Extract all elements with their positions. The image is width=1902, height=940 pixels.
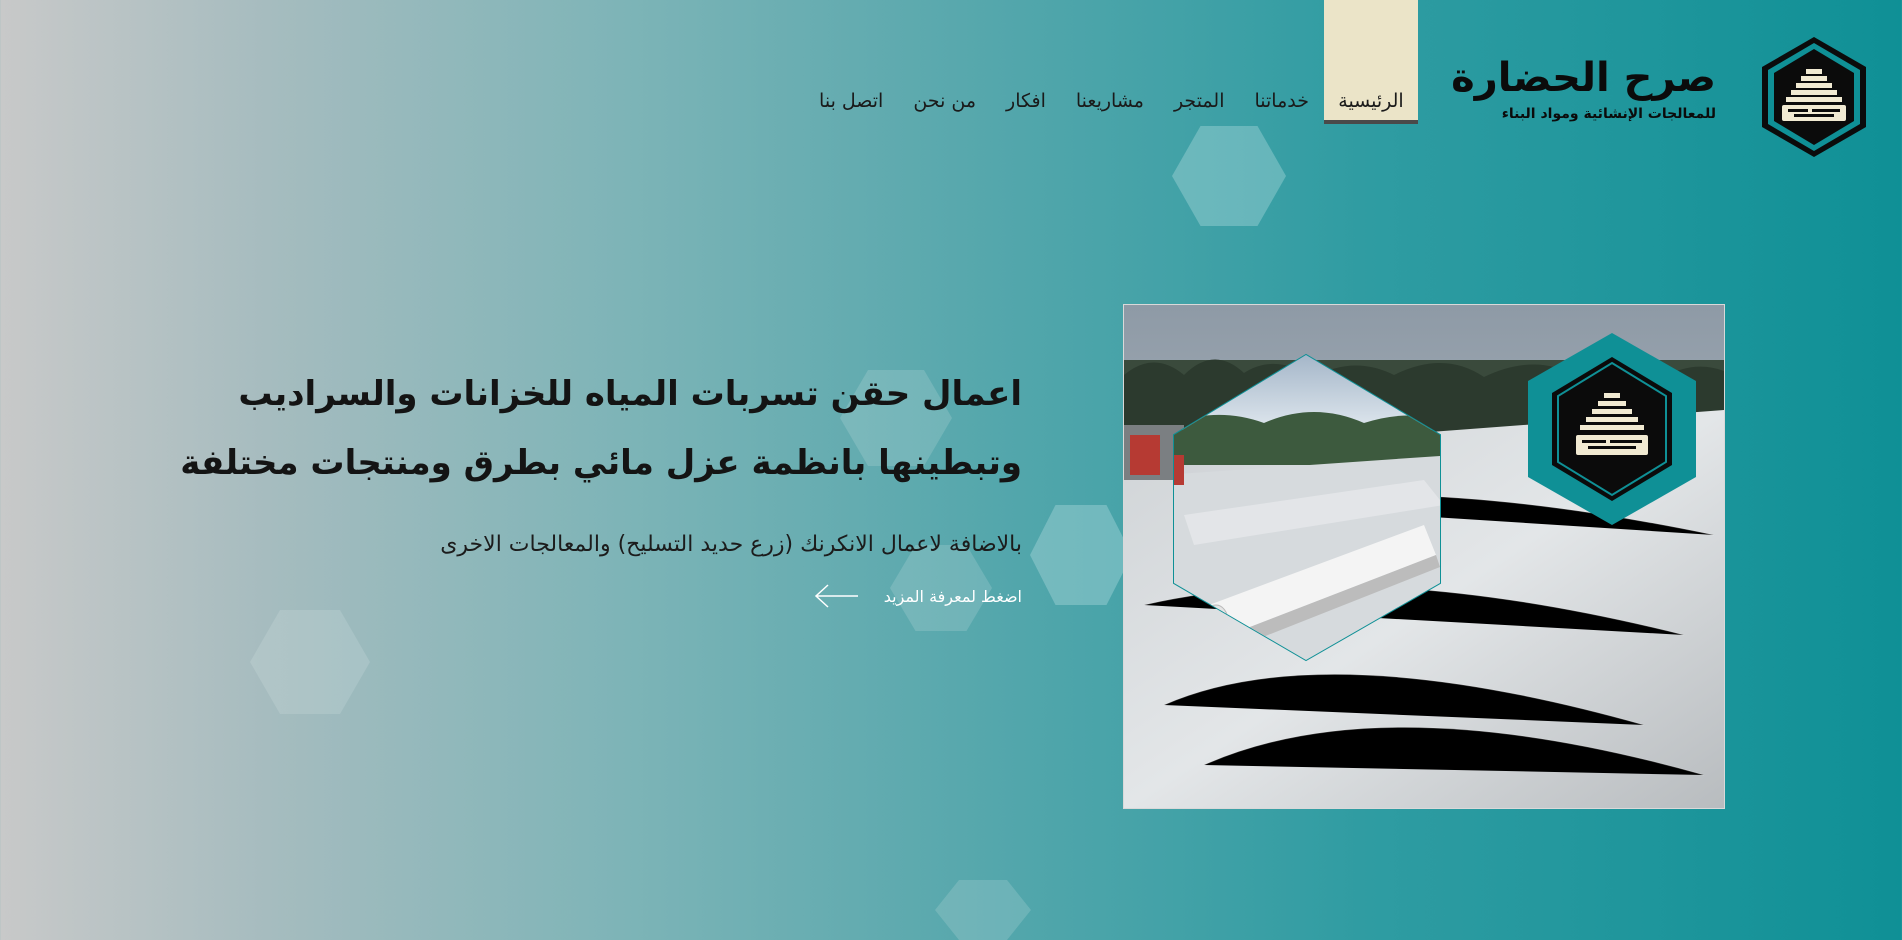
nav-item-home[interactable]: الرئيسية <box>1324 0 1418 124</box>
decorative-hexagon <box>1172 126 1286 226</box>
hero-title-line-2: وتبطينها بانظمة عزل مائي بطرق ومنتجات مخ… <box>180 443 1022 483</box>
brand-name: صرح الحضارة <box>1451 55 1716 101</box>
hero-photo <box>1123 304 1725 809</box>
nav-item-contact[interactable]: اتصل بنا <box>804 0 898 124</box>
main-nav: الرئيسية خدماتنا المتجر مشاريعنا افكار م… <box>804 0 1418 124</box>
learn-more-link[interactable]: اضغط لمعرفة المزيد <box>180 583 1022 609</box>
hero-subtitle: بالاضافة لاعمال الانكرنك (زرع حديد التسل… <box>440 532 1022 557</box>
brand-tagline: للمعالجات الإنشائية ومواد البناء <box>1501 106 1716 122</box>
nav-item-ideas[interactable]: افكار <box>991 0 1061 124</box>
hero-section: اعمال حقن تسربات المياه للخزانات والسراد… <box>180 360 1022 609</box>
decorative-hexagon <box>250 610 370 714</box>
arrow-left-icon <box>814 584 858 608</box>
decorative-hexagon <box>935 880 1031 940</box>
nav-item-services[interactable]: خدماتنا <box>1240 0 1325 124</box>
hero-title-line-1: اعمال حقن تسربات المياه للخزانات والسراد… <box>238 374 1022 414</box>
nav-item-store[interactable]: المتجر <box>1159 0 1240 124</box>
learn-more-label: اضغط لمعرفة المزيد <box>883 586 1022 606</box>
decorative-hexagon <box>1030 505 1132 605</box>
site-logo[interactable]: صرح الحضارة للمعالجات الإنشائية ومواد ال… <box>1451 35 1868 159</box>
nav-item-projects[interactable]: مشاريعنا <box>1061 0 1159 124</box>
logo-mark-icon <box>1762 37 1866 157</box>
nav-item-about[interactable]: من نحن <box>898 0 991 124</box>
waterproofing-roof-image <box>1124 305 1724 808</box>
